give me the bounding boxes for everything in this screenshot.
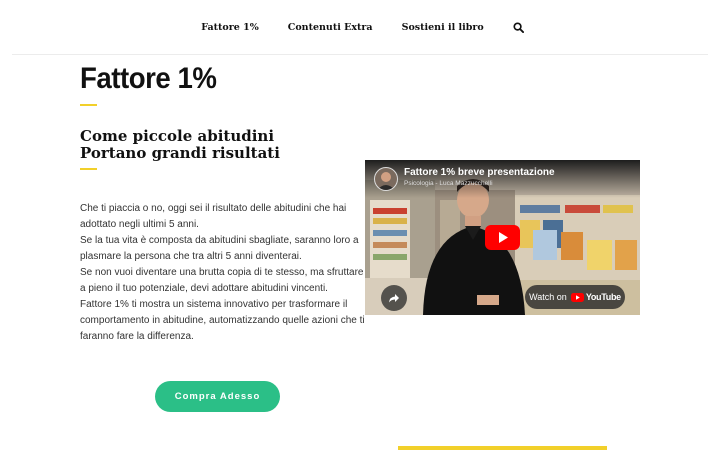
video-title-bar: Fattore 1% breve presentazione Psicologi…	[365, 160, 640, 198]
title-accent-line	[80, 104, 97, 106]
share-icon[interactable]	[381, 285, 407, 311]
paragraph: Se non vuoi diventare una brutta copia d…	[80, 267, 364, 294]
nav-item-contenuti-extra[interactable]: Contenuti Extra	[288, 22, 373, 33]
decorative-yellow-bar	[398, 446, 607, 450]
play-icon[interactable]	[485, 225, 520, 250]
page-title: Fattore 1%	[80, 62, 217, 95]
youtube-logo-icon: YouTube	[570, 292, 621, 302]
video-title[interactable]: Fattore 1% breve presentazione	[404, 167, 555, 178]
nav-menu: Fattore 1% Contenuti Extra Sostieni il l…	[201, 20, 526, 34]
top-navigation: Fattore 1% Contenuti Extra Sostieni il l…	[0, 0, 720, 54]
subtitle-accent-line	[80, 168, 97, 170]
buy-now-button[interactable]: Compra Adesso	[155, 381, 280, 412]
paragraph: Se la tua vita è composta da abitudini s…	[80, 235, 359, 262]
nav-item-sostieni[interactable]: Sostieni il libro	[402, 22, 484, 33]
search-icon[interactable]	[513, 20, 527, 34]
subtitle-line-2: Portano grandi risultati	[80, 144, 280, 162]
watch-on-youtube-button[interactable]: Watch on YouTube	[525, 285, 625, 309]
subtitle-line-1: Come piccole abitudini	[80, 127, 275, 145]
channel-avatar[interactable]	[374, 167, 398, 191]
video-channel-name[interactable]: Psicologia - Luca Mazzucchelli	[404, 180, 493, 187]
description-text: Che ti piaccia o no, oggi sei il risulta…	[80, 201, 365, 345]
youtube-video-embed[interactable]: Fattore 1% breve presentazione Psicologi…	[365, 160, 640, 315]
youtube-wordmark: YouTube	[585, 292, 621, 302]
paragraph: Fattore 1% ti mostra un sistema innovati…	[80, 299, 365, 342]
header-divider	[12, 54, 708, 55]
paragraph: Che ti piaccia o no, oggi sei il risulta…	[80, 203, 347, 230]
nav-item-fattore[interactable]: Fattore 1%	[201, 22, 259, 33]
subtitle: Come piccole abitudini Portano grandi ri…	[80, 128, 280, 162]
watch-on-label: Watch on	[529, 292, 567, 302]
